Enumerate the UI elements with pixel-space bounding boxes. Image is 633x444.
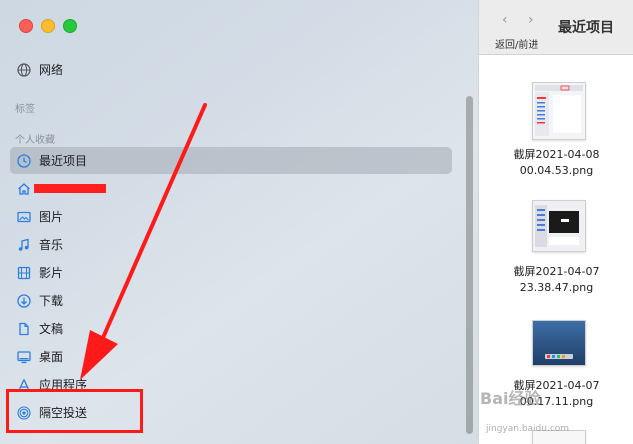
back-button[interactable]: ‹ (502, 12, 508, 28)
file-name-line2: 23.38.47.png (519, 281, 594, 294)
favorites-section-header: 个人收藏 (15, 135, 55, 146)
sidebar-item-network[interactable]: 网络 (10, 56, 452, 83)
watermark-url: jingyan.baidu.com (486, 424, 570, 434)
sidebar-item-downloads[interactable]: 下载 (10, 287, 452, 314)
screenshot-preview-icon (533, 201, 585, 251)
screenshot-preview-icon (533, 83, 585, 139)
sidebar-item-label: 下载 (39, 294, 64, 308)
tags-section-header: 标签 (15, 104, 35, 115)
sidebar-item-recents[interactable]: 最近项目 (10, 147, 452, 174)
file-name-line1: 截屏2021-04-07 (513, 265, 600, 278)
finder-toolbar: ‹ › 最近项目 返回/前进 (479, 0, 633, 55)
sidebar-item-label: 桌面 (39, 350, 64, 364)
sidebar-item-label: 文稿 (39, 322, 64, 336)
sidebar-item-label: 音乐 (39, 238, 64, 252)
desktop-icon (16, 349, 32, 365)
clock-icon (16, 153, 32, 169)
file-name-line1: 截屏2021-04-08 (513, 148, 600, 161)
sidebar-item-music[interactable]: 音乐 (10, 231, 452, 258)
sidebar-item-label: 影片 (39, 266, 64, 280)
film-icon (16, 265, 32, 281)
sidebar-scrollbar[interactable] (466, 96, 473, 434)
music-note-icon (16, 237, 32, 253)
file-thumbnail[interactable] (532, 82, 586, 140)
globe-icon (16, 62, 32, 78)
watermark-brand: Bai经验 (480, 389, 541, 408)
file-name-line2: 00.04.53.png (519, 164, 594, 177)
minimize-window-button[interactable] (41, 19, 55, 33)
file-browser-pane: ‹ › 最近项目 返回/前进 截屏2021-04-08 00.04.53.png… (478, 0, 633, 444)
sidebar-item-label: 网络 (39, 63, 64, 77)
annotation-highlight-box (6, 389, 143, 433)
photo-icon (16, 209, 32, 225)
sidebar-item-documents[interactable]: 文稿 (10, 315, 452, 342)
sidebar-item-desktop[interactable]: 桌面 (10, 343, 452, 370)
sidebar-item-pictures[interactable]: 图片 (10, 203, 452, 230)
download-icon (16, 293, 32, 309)
redaction-mark (34, 184, 106, 193)
screenshot-preview-icon (533, 321, 585, 365)
sidebar-item-label: 最近项目 (39, 154, 88, 168)
document-icon (16, 321, 32, 337)
sidebar-item-label: 图片 (39, 210, 64, 224)
sidebar-item-movies[interactable]: 影片 (10, 259, 452, 286)
home-icon (16, 181, 32, 197)
close-window-button[interactable] (19, 19, 33, 33)
window-title: 最近项目 (558, 20, 614, 36)
nav-subtitle: 返回/前进 (495, 40, 539, 51)
window-controls (19, 19, 77, 33)
finder-sidebar: 网络 标签 个人收藏 最近项目 图片 音乐 影片 下载 文稿 桌面 应用程序 隔… (0, 0, 478, 444)
file-thumbnail[interactable] (532, 320, 586, 366)
file-thumbnail[interactable] (532, 200, 586, 252)
forward-button[interactable]: › (528, 12, 534, 28)
maximize-window-button[interactable] (63, 19, 77, 33)
